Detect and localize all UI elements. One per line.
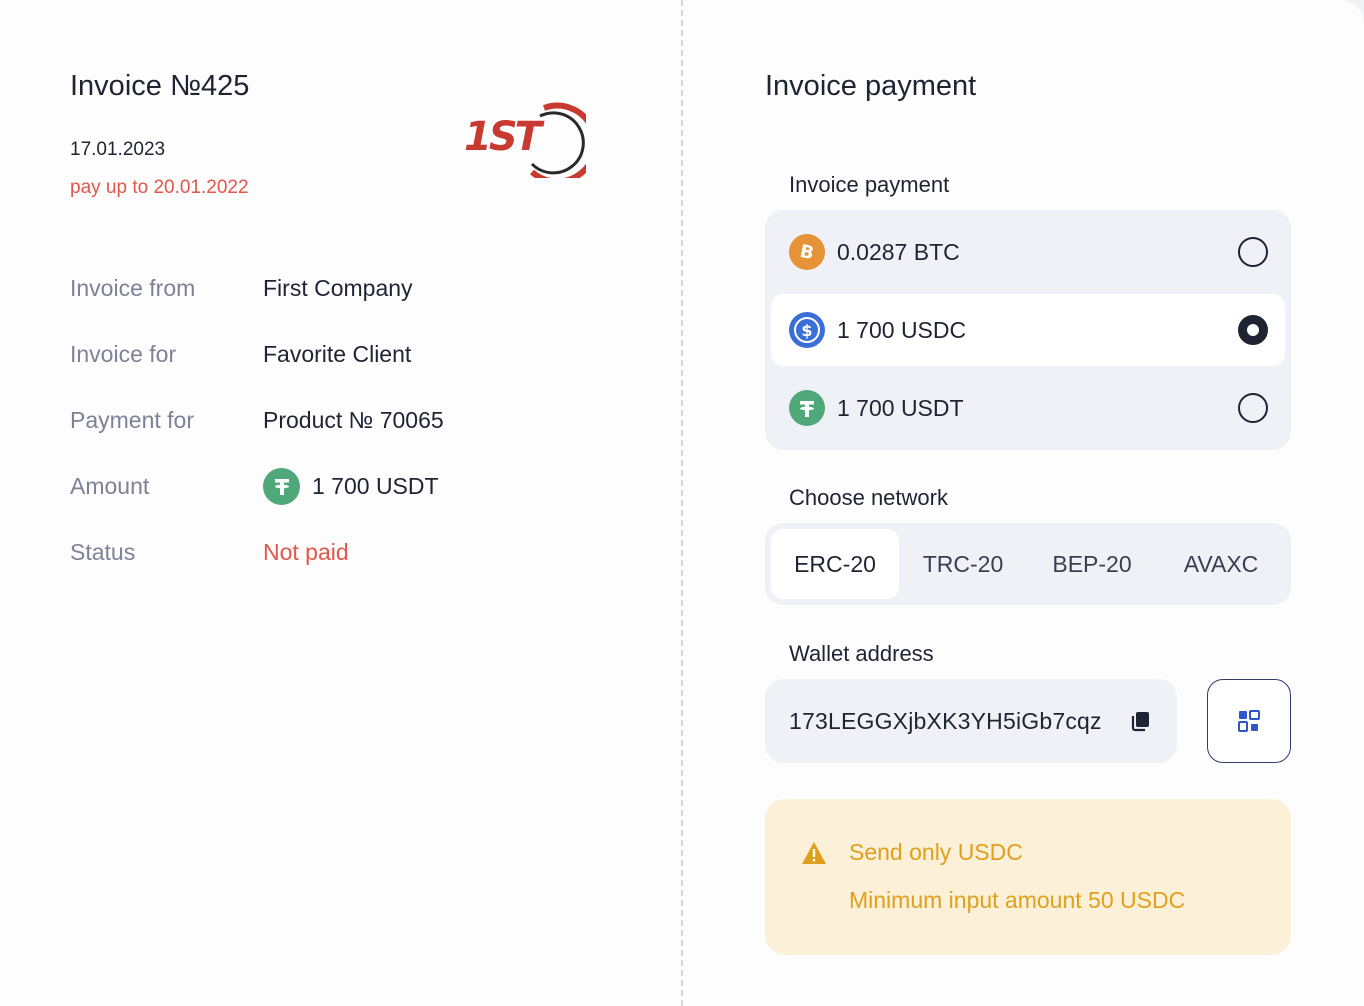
warning-line-1: Send only USDC [849, 839, 1023, 865]
network-tab-bep20[interactable]: BEP-20 [1028, 529, 1156, 599]
status-label: Status [70, 538, 136, 565]
network-tabs: ERC-20 TRC-20 BEP-20 AVAXC [765, 523, 1291, 605]
invoice-for-value: Favorite Client [263, 340, 412, 367]
invoice-title: Invoice №425 [70, 70, 250, 102]
svg-text:1ST: 1ST [464, 114, 545, 160]
radio-button[interactable] [1238, 237, 1268, 267]
currency-option-usdc[interactable]: $ 1 700 USDC [771, 294, 1285, 366]
svg-text:$: $ [801, 321, 812, 340]
amount-value-wrap: 1 700 USDT [263, 467, 439, 505]
currency-options: B 0.0287 BTC $ 1 700 USDC 1 700 USDT [765, 210, 1291, 450]
bitcoin-icon: B [789, 234, 825, 270]
tether-icon [789, 390, 825, 426]
qr-code-icon [1238, 710, 1260, 732]
wallet-address: 173LEGGXjbXK3YH5iGb7cqz [789, 707, 1102, 734]
currency-option-btc[interactable]: B 0.0287 BTC [771, 216, 1285, 288]
network-tab-avaxc[interactable]: AVAXC [1157, 529, 1285, 599]
copy-icon[interactable] [1129, 709, 1153, 733]
svg-text:B: B [798, 241, 816, 263]
currency-option-usdt[interactable]: 1 700 USDT [771, 372, 1285, 444]
invoice-row-amount: Amount 1 700 USDT [70, 467, 439, 505]
invoice-due-date: pay up to 20.01.2022 [70, 177, 249, 198]
invoice-from-label: Invoice from [70, 274, 196, 301]
currency-option-label: 1 700 USDT [837, 394, 964, 421]
tether-icon [263, 467, 300, 505]
invoice-card: Invoice №425 17.01.2023 pay up to 20.01.… [0, 0, 1364, 1006]
radio-button-selected[interactable] [1238, 315, 1268, 345]
payment-for-label: Payment for [70, 406, 194, 433]
warning-notice: Send only USDC Minimum input amount 50 U… [765, 799, 1291, 955]
warning-icon [802, 842, 826, 864]
radio-button[interactable] [1238, 393, 1268, 423]
company-logo: 1ST [464, 102, 586, 178]
invoice-row-payment-for: Payment for Product № 70065 [70, 405, 444, 435]
payment-for-value: Product № 70065 [263, 406, 444, 433]
column-divider [681, 0, 683, 1006]
currency-option-label: 1 700 USDC [837, 316, 967, 343]
qr-code-button[interactable] [1207, 679, 1291, 763]
usdc-icon: $ [789, 312, 825, 348]
invoice-row-status: Status Not paid [70, 537, 349, 567]
currency-section-label: Invoice payment [789, 172, 950, 197]
wallet-address-field[interactable]: 173LEGGXjbXK3YH5iGb7cqz [765, 679, 1177, 763]
amount-label: Amount [70, 472, 150, 499]
currency-option-label: 0.0287 BTC [837, 238, 960, 265]
wallet-section-label: Wallet address [789, 641, 934, 666]
payment-title: Invoice payment [765, 70, 977, 102]
network-tab-trc20[interactable]: TRC-20 [899, 529, 1027, 599]
invoice-from-value: First Company [263, 274, 413, 301]
network-tab-erc20[interactable]: ERC-20 [771, 529, 899, 599]
invoice-for-label: Invoice for [70, 340, 177, 367]
invoice-row-for: Invoice for Favorite Client [70, 339, 411, 369]
amount-value: 1 700 USDT [312, 472, 439, 499]
warning-line-2: Minimum input amount 50 USDC [849, 887, 1186, 913]
status-badge: Not paid [263, 538, 349, 565]
invoice-row-from: Invoice from First Company [70, 273, 413, 303]
network-section-label: Choose network [789, 485, 948, 510]
invoice-date: 17.01.2023 [70, 139, 166, 160]
